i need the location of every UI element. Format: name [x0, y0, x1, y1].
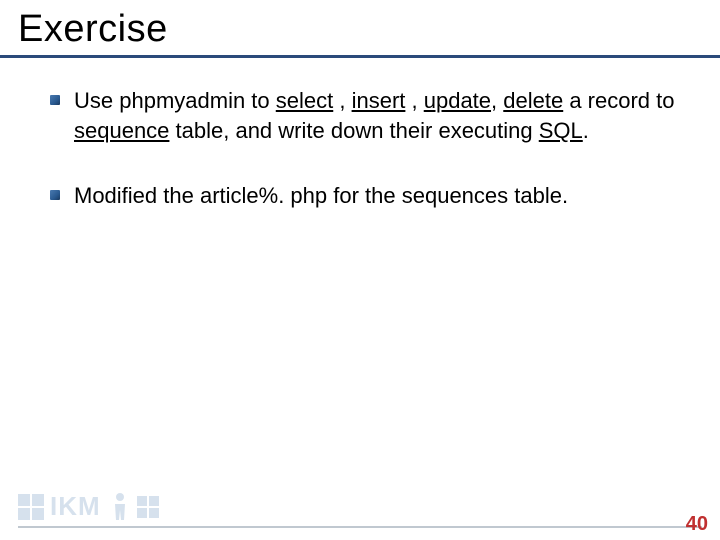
bullet-text: Modified the article%. php for the seque… [74, 181, 568, 211]
footer-logo: IKM [18, 491, 159, 522]
title-bar: Exercise [0, 0, 720, 58]
logo-squares-icon [18, 494, 44, 520]
bullet-item: Use phpmyadmin to select , insert , upda… [50, 86, 680, 145]
bullet-icon [50, 190, 60, 200]
person-icon [111, 492, 129, 522]
bullet-item: Modified the article%. php for the seque… [50, 181, 680, 211]
logo-extra-icon [137, 496, 159, 518]
slide-content: Use phpmyadmin to select , insert , upda… [0, 58, 720, 211]
bullet-icon [50, 95, 60, 105]
bullet-text: Use phpmyadmin to select , insert , upda… [74, 86, 680, 145]
slide-title: Exercise [18, 8, 702, 51]
logo-text: IKM [50, 491, 101, 522]
page-number: 40 [686, 513, 708, 536]
footer-divider [18, 526, 702, 528]
